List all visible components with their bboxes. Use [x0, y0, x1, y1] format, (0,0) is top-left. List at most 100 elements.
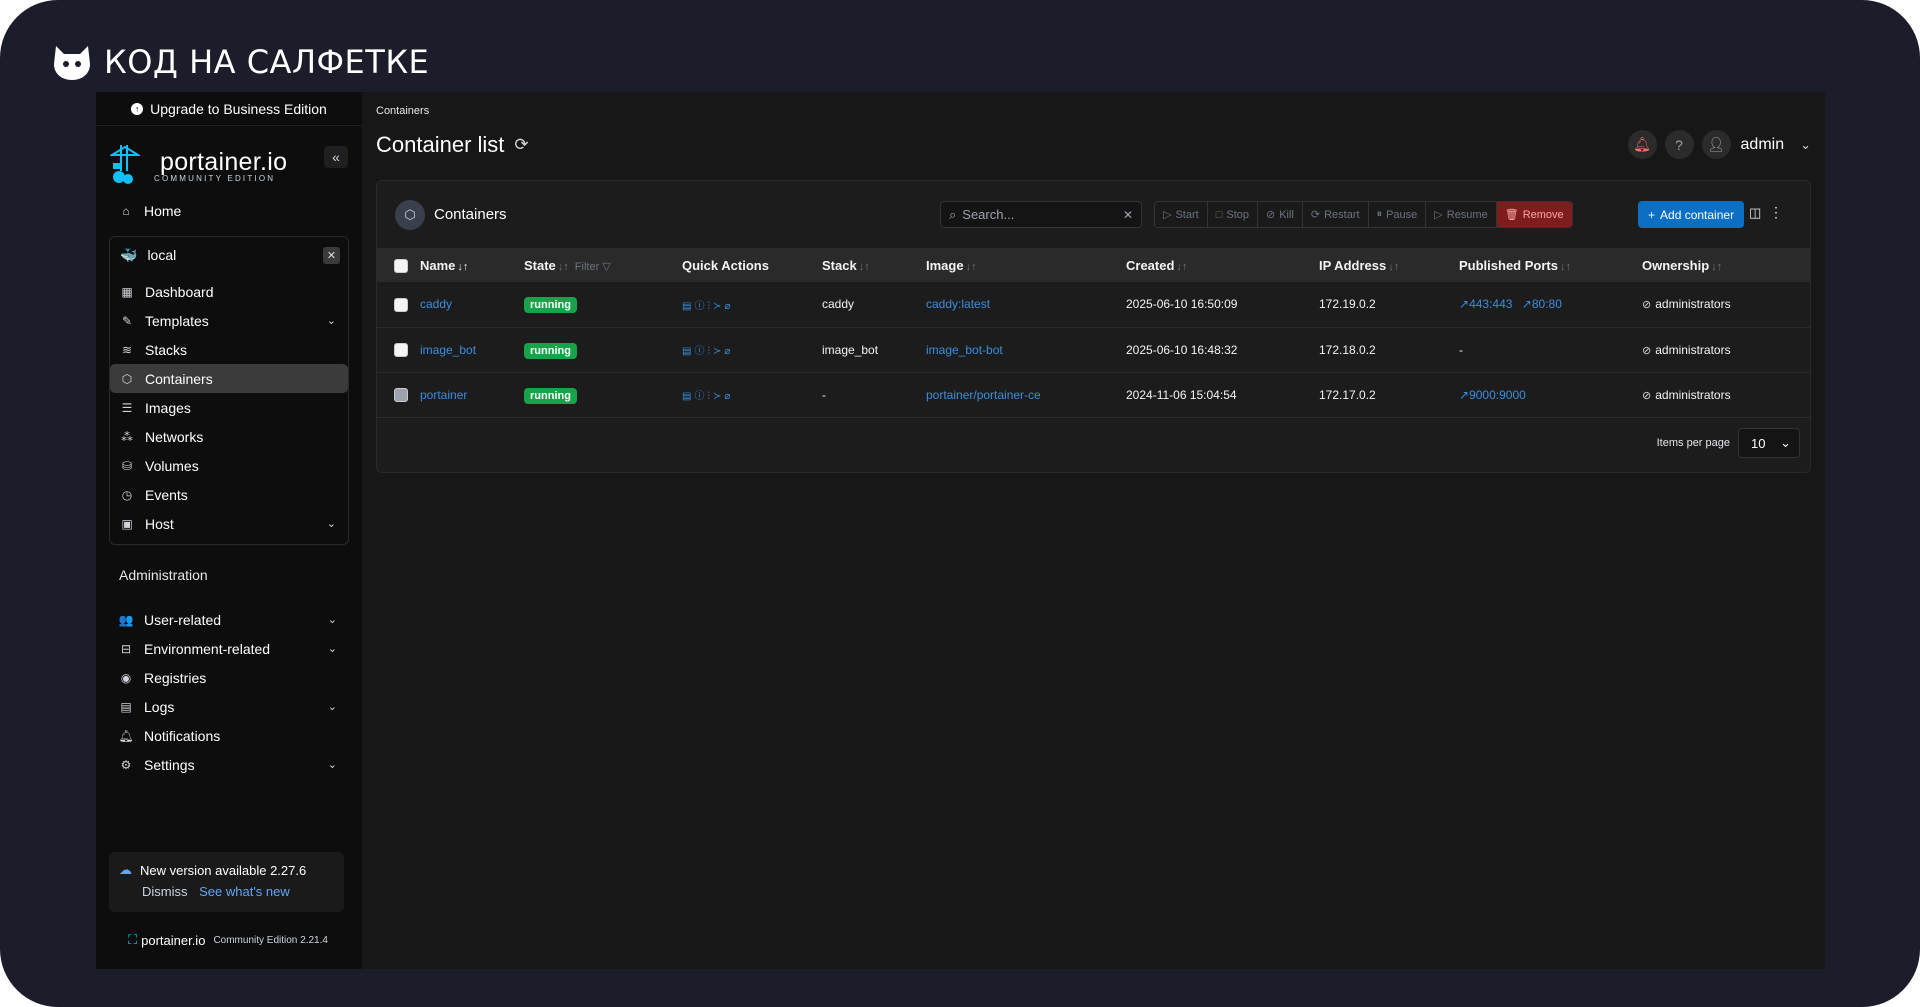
port-link[interactable]: ↗80:80: [1522, 297, 1562, 311]
sidebar-item-images[interactable]: ☰ Images: [110, 393, 348, 422]
image-link[interactable]: caddy:latest: [926, 297, 990, 311]
sidebar-item-home[interactable]: ⌂ Home: [109, 196, 349, 225]
sidebar-item-volumes[interactable]: ⛁ Volumes: [110, 451, 348, 480]
restart-button[interactable]: ⟳ Restart: [1302, 202, 1369, 227]
dismiss-link[interactable]: Dismiss: [142, 884, 188, 899]
sidebar-item-label: Host: [145, 515, 174, 532]
help-icon[interactable]: ?: [1664, 130, 1694, 159]
sidebar-item-dashboard[interactable]: ▦ Dashboard: [110, 277, 348, 306]
home-icon: ⌂: [122, 203, 130, 218]
chevron-down-icon[interactable]: ⌄: [327, 517, 336, 530]
upgrade-banner[interactable]: ↑ Upgrade to Business Edition: [96, 92, 362, 126]
clear-search-icon[interactable]: ✕: [1123, 208, 1133, 222]
username[interactable]: admin: [1741, 136, 1785, 154]
image-link[interactable]: image_bot-bot: [926, 343, 1003, 357]
col-stack-label: Stack: [822, 257, 857, 273]
chevron-down-icon[interactable]: ⌄: [328, 758, 337, 771]
close-environment-button[interactable]: ✕: [323, 246, 340, 264]
col-image[interactable]: Image ↓↑: [926, 248, 1126, 282]
chevron-down-icon[interactable]: ⌄: [328, 700, 337, 713]
chevron-down-icon[interactable]: ⌄: [328, 613, 337, 626]
sidebar-item-user-related[interactable]: 👥 User-related ⌄: [109, 605, 349, 634]
main-nav: ⌂ Home: [96, 188, 362, 225]
row-checkbox[interactable]: [394, 342, 408, 357]
card-header: ⬡ Containers ⌕ Search... ✕ ▷ Start □ Stop …: [377, 181, 1810, 248]
file-icon: ▤: [120, 699, 132, 714]
sidebar: ↑ Upgrade to Business Edition portainer.…: [96, 92, 362, 969]
col-created[interactable]: Created ↓↑: [1126, 248, 1319, 282]
sidebar-item-label: Environment-related: [144, 640, 271, 657]
cloud-download-icon: ☁: [119, 862, 132, 877]
refresh-icon[interactable]: ⟳: [514, 135, 528, 155]
col-ip-address[interactable]: IP Address ↓↑: [1319, 248, 1459, 282]
col-published-ports[interactable]: Published Ports ↓↑: [1459, 248, 1642, 282]
row-checkbox[interactable]: [394, 387, 408, 402]
search-input[interactable]: ⌕ Search... ✕: [940, 201, 1142, 228]
breadcrumb: Containers: [376, 105, 430, 117]
port-label: 443:443: [1469, 297, 1513, 312]
start-button[interactable]: ▷ Start: [1155, 202, 1208, 227]
col-name[interactable]: Name ↓↑: [420, 248, 524, 282]
chevron-down-icon: ⌄: [1780, 435, 1791, 450]
remove-button[interactable]: 🗑︎ Remove: [1496, 202, 1572, 227]
environment-panel: 🐳 local ✕ ▦ Dashboard ✎ Templates ⌄ ≋ St…: [109, 236, 349, 545]
chevron-down-icon[interactable]: ⌄: [327, 314, 336, 327]
quick-actions-icons[interactable]: ▤ⓘ⫶≻⌀: [682, 391, 733, 402]
items-per-page-select[interactable]: 10 ⌄: [1738, 428, 1800, 458]
sidebar-item-networks[interactable]: ⁂ Networks: [110, 422, 348, 451]
stop-label: Stop: [1226, 208, 1249, 221]
notifications-bell-icon[interactable]: 🔔︎: [1627, 130, 1657, 159]
container-name-link[interactable]: portainer: [420, 388, 467, 402]
table-row: caddy running ▤ⓘ⫶≻⌀ caddy caddy:latest 2…: [377, 282, 1810, 327]
col-ownership[interactable]: Ownership ↓↑: [1642, 248, 1810, 282]
sidebar-item-label: Registries: [144, 669, 207, 686]
filter-button[interactable]: Filter ▽: [575, 261, 611, 273]
radio-icon: ◉: [120, 670, 132, 685]
pause-button[interactable]: ⏸︎ Pause: [1368, 202, 1427, 227]
more-options-icon[interactable]: ⋮: [1769, 204, 1783, 221]
select-all-checkbox[interactable]: [394, 258, 408, 273]
resume-button[interactable]: ▷ Resume: [1426, 202, 1497, 227]
users-icon: 👥: [118, 612, 134, 627]
col-quick-actions: Quick Actions: [682, 257, 769, 273]
port-link[interactable]: ↗443:443: [1459, 297, 1512, 311]
quick-actions-icons[interactable]: ▤ⓘ⫶≻⌀: [682, 301, 733, 312]
kill-label: Kill: [1279, 208, 1294, 221]
sidebar-item-environment-related[interactable]: ⊟ Environment-related ⌄: [109, 634, 349, 663]
stack-cell: -: [822, 387, 826, 402]
sidebar-item-settings[interactable]: ⚙ Settings ⌄: [109, 750, 349, 779]
see-whats-new-link[interactable]: See what's new: [199, 884, 290, 899]
sidebar-item-label: Volumes: [145, 457, 199, 474]
col-stack[interactable]: Stack ↓↑: [822, 248, 926, 282]
sidebar-item-registries[interactable]: ◉ Registries: [109, 663, 349, 692]
row-checkbox[interactable]: [394, 297, 408, 312]
sidebar-item-host[interactable]: ▣ Host ⌄: [110, 509, 348, 538]
chevron-down-icon[interactable]: ⌄: [328, 642, 337, 655]
environment-header: 🐳 local ✕: [110, 241, 348, 269]
chevron-down-icon[interactable]: ⌄: [1800, 137, 1811, 153]
screenshot-frame: КОД НА САЛФЕТКЕ ↑ Upgrade to Business Ed…: [0, 0, 1920, 1007]
select-all-cell: [377, 248, 420, 282]
external-link-icon: ↗: [1521, 297, 1532, 312]
stop-button[interactable]: □ Stop: [1207, 202, 1258, 227]
sidebar-logo: portainer.io COMMUNITY EDITION «: [96, 126, 362, 188]
add-container-button[interactable]: + Add container: [1638, 201, 1745, 228]
container-name-link[interactable]: caddy: [420, 297, 452, 311]
collapse-sidebar-button[interactable]: «: [324, 146, 348, 168]
trash-icon: 🗑︎: [1504, 209, 1519, 221]
image-link[interactable]: portainer/portainer-ce: [926, 388, 1041, 402]
sidebar-item-containers[interactable]: ⬡ Containers: [110, 364, 348, 393]
sort-icon: ↓↑: [1711, 260, 1723, 273]
sidebar-item-notifications[interactable]: 🔔︎ Notifications: [109, 721, 349, 750]
kill-button[interactable]: ⊘ Kill: [1258, 202, 1303, 227]
col-state[interactable]: State ↓↑ Filter ▽: [524, 248, 682, 282]
sidebar-item-templates[interactable]: ✎ Templates ⌄: [110, 306, 348, 335]
sidebar-item-stacks[interactable]: ≋ Stacks: [110, 335, 348, 364]
user-avatar-icon[interactable]: 👤︎: [1701, 130, 1731, 159]
quick-actions-icons[interactable]: ▤ⓘ⫶≻⌀: [682, 346, 733, 357]
sidebar-item-logs[interactable]: ▤ Logs ⌄: [109, 692, 349, 721]
port-link[interactable]: ↗9000:9000: [1459, 388, 1526, 402]
sidebar-item-events[interactable]: ◷ Events: [110, 480, 348, 509]
columns-icon[interactable]: ◫: [1749, 205, 1761, 221]
container-name-link[interactable]: image_bot: [420, 343, 476, 357]
